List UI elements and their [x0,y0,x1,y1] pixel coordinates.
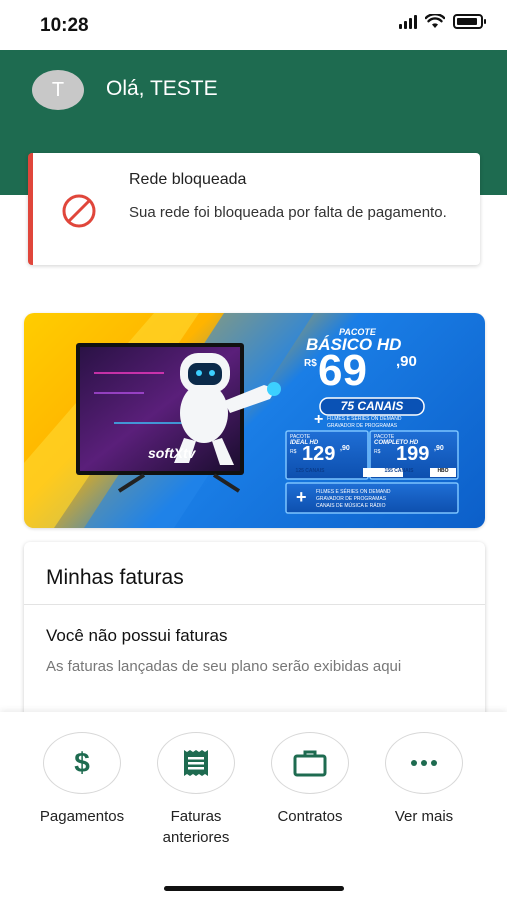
plan-b-channels: 155 CANAIS [384,468,414,474]
nav-pagamentos[interactable]: $ Pagamentos [27,732,137,827]
plan-b-cents: ,90 [434,445,444,452]
invoices-card: Minhas faturas Você não possui faturas A… [24,542,485,732]
banner-currency: R$ [304,358,317,369]
banner-bottom-plus-icon: + [296,487,307,507]
nav-contratos[interactable]: Contratos [255,732,365,827]
alert-message: Sua rede foi bloqueada por falta de paga… [129,204,447,221]
nav-contratos-button[interactable] [271,732,349,794]
promo-banner-art [24,313,459,528]
nav-ver-mais-label: Ver mais [394,808,454,825]
nav-contratos-label: Contratos [277,808,343,825]
dollar-icon: $ [74,747,90,778]
nav-ver-mais-button[interactable] [385,732,463,794]
plan-a-cents: ,90 [340,445,350,452]
invoices-divider [24,604,485,605]
receipt-icon [184,750,208,776]
promo-banner[interactable]: PACOTE BÁSICO HD R$ 69 ,90 75 CANAIS + F… [24,313,485,528]
plan-b-badge: HBO [437,468,449,474]
blocked-icon [62,194,96,228]
banner-channels: 75 CANAIS [340,399,404,413]
bottom-navigation: $ Pagamentos Faturas anteriores Contrato… [0,712,507,900]
banner-extra-1: FILMES E SÉRIES ON DEMAND [327,416,402,422]
banner-price-main: 69 [318,346,367,395]
plan-b-price: 199 [396,443,430,465]
nav-faturas-anteriores[interactable]: Faturas anteriores [141,732,251,848]
plan-a-price: 129 [302,443,336,465]
battery-icon [453,14,486,29]
greeting-text: Olá, TESTE [106,77,218,100]
cellular-signal-icon [399,14,417,29]
avatar[interactable]: T [32,70,84,110]
briefcase-icon [293,750,327,777]
status-icons [399,14,486,29]
invoices-title: Minhas faturas [46,566,184,589]
nav-faturas-anteriores-button[interactable] [157,732,235,794]
status-time: 10:28 [40,15,89,36]
banner-bottom-3: CANAIS DE MÚSICA E RÁDIO [316,503,386,509]
banner-brand: softXtv [148,445,196,461]
banner-extra-2: GRAVADOR DE PROGRAMAS [327,423,398,429]
home-indicator[interactable] [164,886,344,891]
banner-bottom-2: GRAVADOR DE PROGRAMAS [316,496,387,502]
nav-pagamentos-button[interactable]: $ [43,732,121,794]
banner-price-cents: ,90 [396,353,417,370]
more-dots-icon [411,760,437,766]
invoices-empty-title: Você não possui faturas [46,626,228,645]
nav-pagamentos-label: Pagamentos [39,808,125,825]
network-blocked-alert: Rede bloqueada Sua rede foi bloqueada po… [28,153,480,265]
plan-a-currency: R$ [290,449,297,455]
invoices-empty-text: As faturas lançadas de seu plano serão e… [46,658,402,675]
banner-bottom-1: FILMES E SÉRIES ON DEMAND [316,489,391,495]
alert-title: Rede bloqueada [129,171,247,188]
nav-faturas-anteriores-label: Faturas anteriores [162,808,230,846]
nav-ver-mais[interactable]: Ver mais [369,732,479,827]
wifi-icon [425,14,445,28]
status-bar: 10:28 [0,0,507,50]
plan-b-currency: R$ [374,449,381,455]
plan-a-channels: 125 CANAIS [295,468,325,474]
banner-plus-icon: + [314,411,324,428]
